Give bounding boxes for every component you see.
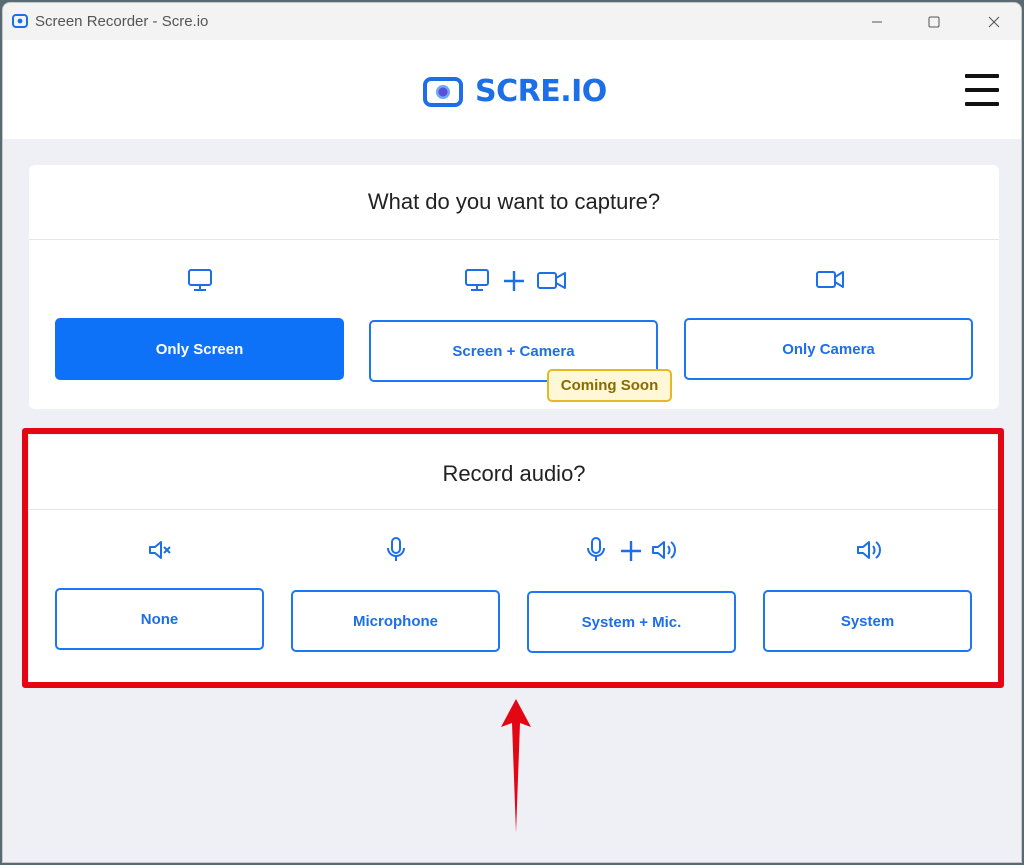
only-screen-button[interactable]: Only Screen (55, 318, 344, 380)
logo-text: SCRE.IO (475, 74, 607, 109)
divider (29, 239, 999, 240)
microphone-icon (385, 536, 407, 564)
divider (29, 509, 999, 510)
minimize-button[interactable] (854, 3, 900, 40)
monitor-icon (187, 268, 213, 292)
muted-speaker-icon (147, 538, 173, 562)
window-title: Screen Recorder - Scre.io (35, 13, 209, 30)
only-camera-button[interactable]: Only Camera (684, 318, 973, 380)
maximize-icon (928, 16, 940, 27)
microphone-plus-speaker-icon (585, 536, 681, 564)
audio-system-mic-button[interactable]: System + Mic. (527, 591, 736, 653)
video-camera-icon (815, 268, 845, 292)
speaker-icon (855, 538, 883, 564)
minimize-icon (872, 21, 882, 22)
coming-soon-badge: Coming Soon (547, 369, 672, 402)
audio-microphone-button[interactable]: Microphone (291, 590, 500, 652)
logo-record-icon (423, 76, 463, 107)
close-icon (988, 16, 1000, 27)
app-header: SCRE.IO (3, 40, 1021, 139)
title-bar: Screen Recorder - Scre.io (3, 3, 1021, 40)
audio-system-button[interactable]: System (763, 590, 972, 652)
audio-none-button[interactable]: None (55, 588, 264, 650)
audio-title: Record audio? (442, 461, 586, 486)
monitor-plus-camera-icon (464, 268, 568, 294)
capture-title: What do you want to capture? (367, 189, 661, 214)
close-window-button[interactable] (971, 3, 1017, 40)
maximize-button[interactable] (911, 3, 957, 40)
hamburger-icon (965, 74, 999, 78)
app-icon (12, 14, 28, 28)
logo[interactable]: SCRE.IO (423, 74, 607, 109)
annotation-arrow-icon (501, 699, 531, 833)
menu-button[interactable] (965, 74, 999, 106)
